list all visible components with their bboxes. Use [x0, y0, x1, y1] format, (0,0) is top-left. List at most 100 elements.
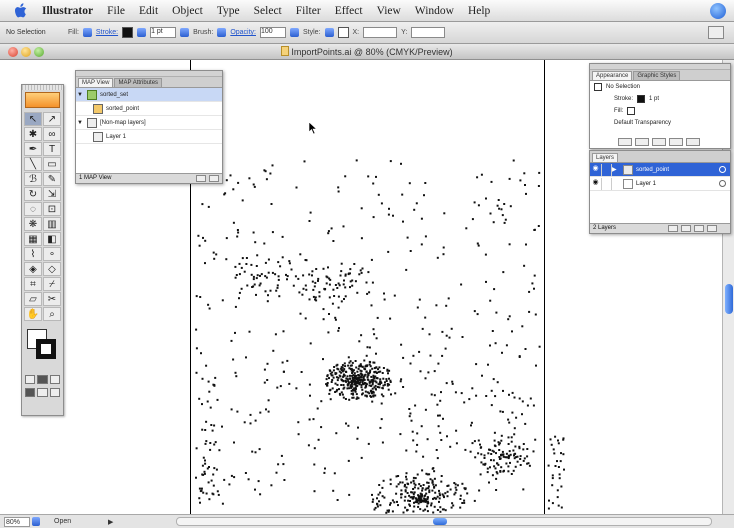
live-paint-selection-tool-icon[interactable]: ◇	[43, 262, 61, 276]
new-layer-button[interactable]	[694, 225, 704, 232]
tab-map-view[interactable]: MAP View	[78, 78, 114, 87]
fill-dropdown-icon[interactable]	[82, 28, 92, 37]
horizontal-scroll-thumb[interactable]	[433, 518, 447, 525]
blend-tool-icon[interactable]: ∘	[43, 247, 61, 261]
apple-menu-icon[interactable]	[14, 2, 28, 19]
mesh-tool-icon[interactable]: ▦	[24, 232, 42, 246]
warp-tool-icon[interactable]: ◌	[24, 202, 42, 216]
map-view-row[interactable]: ▼ [Non-map layers]	[76, 116, 222, 130]
symbol-sprayer-tool-icon[interactable]: ❋	[24, 217, 42, 231]
menu-app-illustrator[interactable]: Illustrator	[42, 5, 93, 17]
scale-tool-icon[interactable]: ⇲	[43, 187, 61, 201]
disclosure-triangle-icon[interactable]: ▼	[76, 120, 84, 126]
sync-status-icon[interactable]	[710, 3, 726, 19]
hand-tool-icon[interactable]: ✋	[24, 307, 42, 321]
new-art-maintains-appearance-button[interactable]	[618, 138, 632, 146]
stroke-swatch[interactable]	[122, 27, 134, 38]
menu-edit[interactable]: Edit	[139, 5, 158, 17]
options-box[interactable]	[337, 27, 349, 38]
tab-graphic-styles[interactable]: Graphic Styles	[633, 71, 681, 80]
tools-panel-grip[interactable]	[22, 85, 63, 90]
gradient-tool-icon[interactable]: ◧	[43, 232, 61, 246]
gradient-mode-icon[interactable]	[37, 375, 48, 384]
line-segment-tool-icon[interactable]: ╲	[24, 157, 42, 171]
live-paint-tool-icon[interactable]: ◈	[24, 262, 42, 276]
delete-map-view-button[interactable]	[209, 175, 219, 182]
zoom-field[interactable]: 80%	[4, 516, 30, 527]
paintbrush-tool-icon[interactable]: ℬ	[24, 172, 42, 186]
delete-layer-button[interactable]	[707, 225, 717, 232]
disclosure-triangle-icon[interactable]: ▼	[76, 92, 84, 98]
clear-appearance-button[interactable]	[635, 138, 649, 146]
screen-mode-standard-icon[interactable]	[25, 388, 36, 397]
tab-layers[interactable]: Layers	[592, 153, 619, 162]
menu-select[interactable]: Select	[254, 5, 282, 17]
status-menu-arrow-icon[interactable]: ▶	[108, 518, 113, 526]
eraser-tool-icon[interactable]: ▱	[24, 292, 42, 306]
make-clipping-mask-button[interactable]	[668, 225, 678, 232]
control-panel-menu-button[interactable]	[708, 26, 724, 39]
column-graph-tool-icon[interactable]: ▥	[43, 217, 61, 231]
layer-row[interactable]: ◉ Layer 1	[590, 177, 730, 191]
reduce-to-basic-appearance-button[interactable]	[652, 138, 666, 146]
visibility-eye-icon[interactable]: ◉	[590, 163, 602, 176]
menu-window[interactable]: Window	[415, 5, 454, 17]
slice-tool-icon[interactable]: ⌿	[43, 277, 61, 291]
style-dropdown-icon[interactable]	[324, 28, 334, 37]
direct-selection-tool-icon[interactable]: ↗	[43, 112, 61, 126]
tab-appearance[interactable]: Appearance	[592, 71, 633, 80]
layer-row[interactable]: ◉ ▶ sorted_point	[590, 163, 730, 177]
opacity-label[interactable]: Opacity:	[230, 29, 256, 36]
opacity-field[interactable]: 100	[260, 27, 286, 38]
menu-effect[interactable]: Effect	[335, 5, 363, 17]
map-view-row[interactable]: ▼ sorted_set	[76, 88, 222, 102]
x-field[interactable]	[363, 27, 398, 38]
lock-toggle[interactable]	[602, 163, 612, 176]
map-view-row[interactable]: sorted_point	[76, 102, 222, 116]
appearance-transparency-row[interactable]: Default Transparency	[590, 117, 730, 129]
none-mode-icon[interactable]	[49, 375, 60, 384]
screen-mode-full-menu-icon[interactable]	[37, 388, 48, 397]
y-field[interactable]	[411, 27, 446, 38]
menu-view[interactable]: View	[377, 5, 401, 17]
zoom-dropdown-icon[interactable]	[32, 517, 40, 526]
delete-item-button[interactable]	[686, 138, 700, 146]
target-circle-icon[interactable]	[719, 166, 726, 173]
color-mode-icon[interactable]	[25, 375, 36, 384]
stroke-label[interactable]: Stroke:	[96, 29, 118, 36]
duplicate-item-button[interactable]	[669, 138, 683, 146]
brush-dropdown-icon[interactable]	[217, 28, 227, 37]
stroke-swatch-large[interactable]	[36, 339, 56, 359]
rectangle-tool-icon[interactable]: ▭	[43, 157, 61, 171]
menu-filter[interactable]: Filter	[296, 5, 321, 17]
visibility-eye-icon[interactable]: ◉	[590, 177, 602, 190]
rotate-tool-icon[interactable]: ↻	[24, 187, 42, 201]
appearance-fill-row[interactable]: Fill:	[590, 105, 730, 117]
screen-mode-full-icon[interactable]	[49, 388, 60, 397]
type-tool-icon[interactable]: T	[43, 142, 61, 156]
eyedropper-tool-icon[interactable]: ⌇	[24, 247, 42, 261]
horizontal-scrollbar[interactable]	[176, 517, 712, 526]
zoom-tool-icon[interactable]: ⌕	[43, 307, 61, 321]
target-circle-icon[interactable]	[719, 180, 726, 187]
expand-triangle-icon[interactable]: ▶	[612, 166, 620, 173]
menu-object[interactable]: Object	[172, 5, 203, 17]
stroke-weight-stepper-icon[interactable]	[137, 28, 147, 37]
menu-type[interactable]: Type	[217, 5, 240, 17]
tab-map-attributes[interactable]: MAP Attributes	[114, 78, 163, 87]
new-sublayer-button[interactable]	[681, 225, 691, 232]
lock-toggle[interactable]	[602, 177, 612, 190]
magic-wand-tool-icon[interactable]: ✱	[24, 127, 42, 141]
vertical-scroll-thumb[interactable]	[725, 284, 733, 314]
menu-file[interactable]: File	[107, 5, 125, 17]
selection-tool-icon[interactable]: ↖	[24, 112, 42, 126]
opacity-dropdown-icon[interactable]	[290, 28, 299, 37]
new-map-view-button[interactable]	[196, 175, 206, 182]
map-view-row[interactable]: Layer 1	[76, 130, 222, 144]
crop-area-tool-icon[interactable]: ⌗	[24, 277, 42, 291]
stroke-weight-dropdown-icon[interactable]	[180, 28, 190, 37]
pencil-tool-icon[interactable]: ✎	[43, 172, 61, 186]
stroke-weight-field[interactable]: 1 pt	[150, 27, 177, 38]
menu-help[interactable]: Help	[468, 5, 490, 17]
status-text[interactable]: Open	[54, 518, 98, 525]
